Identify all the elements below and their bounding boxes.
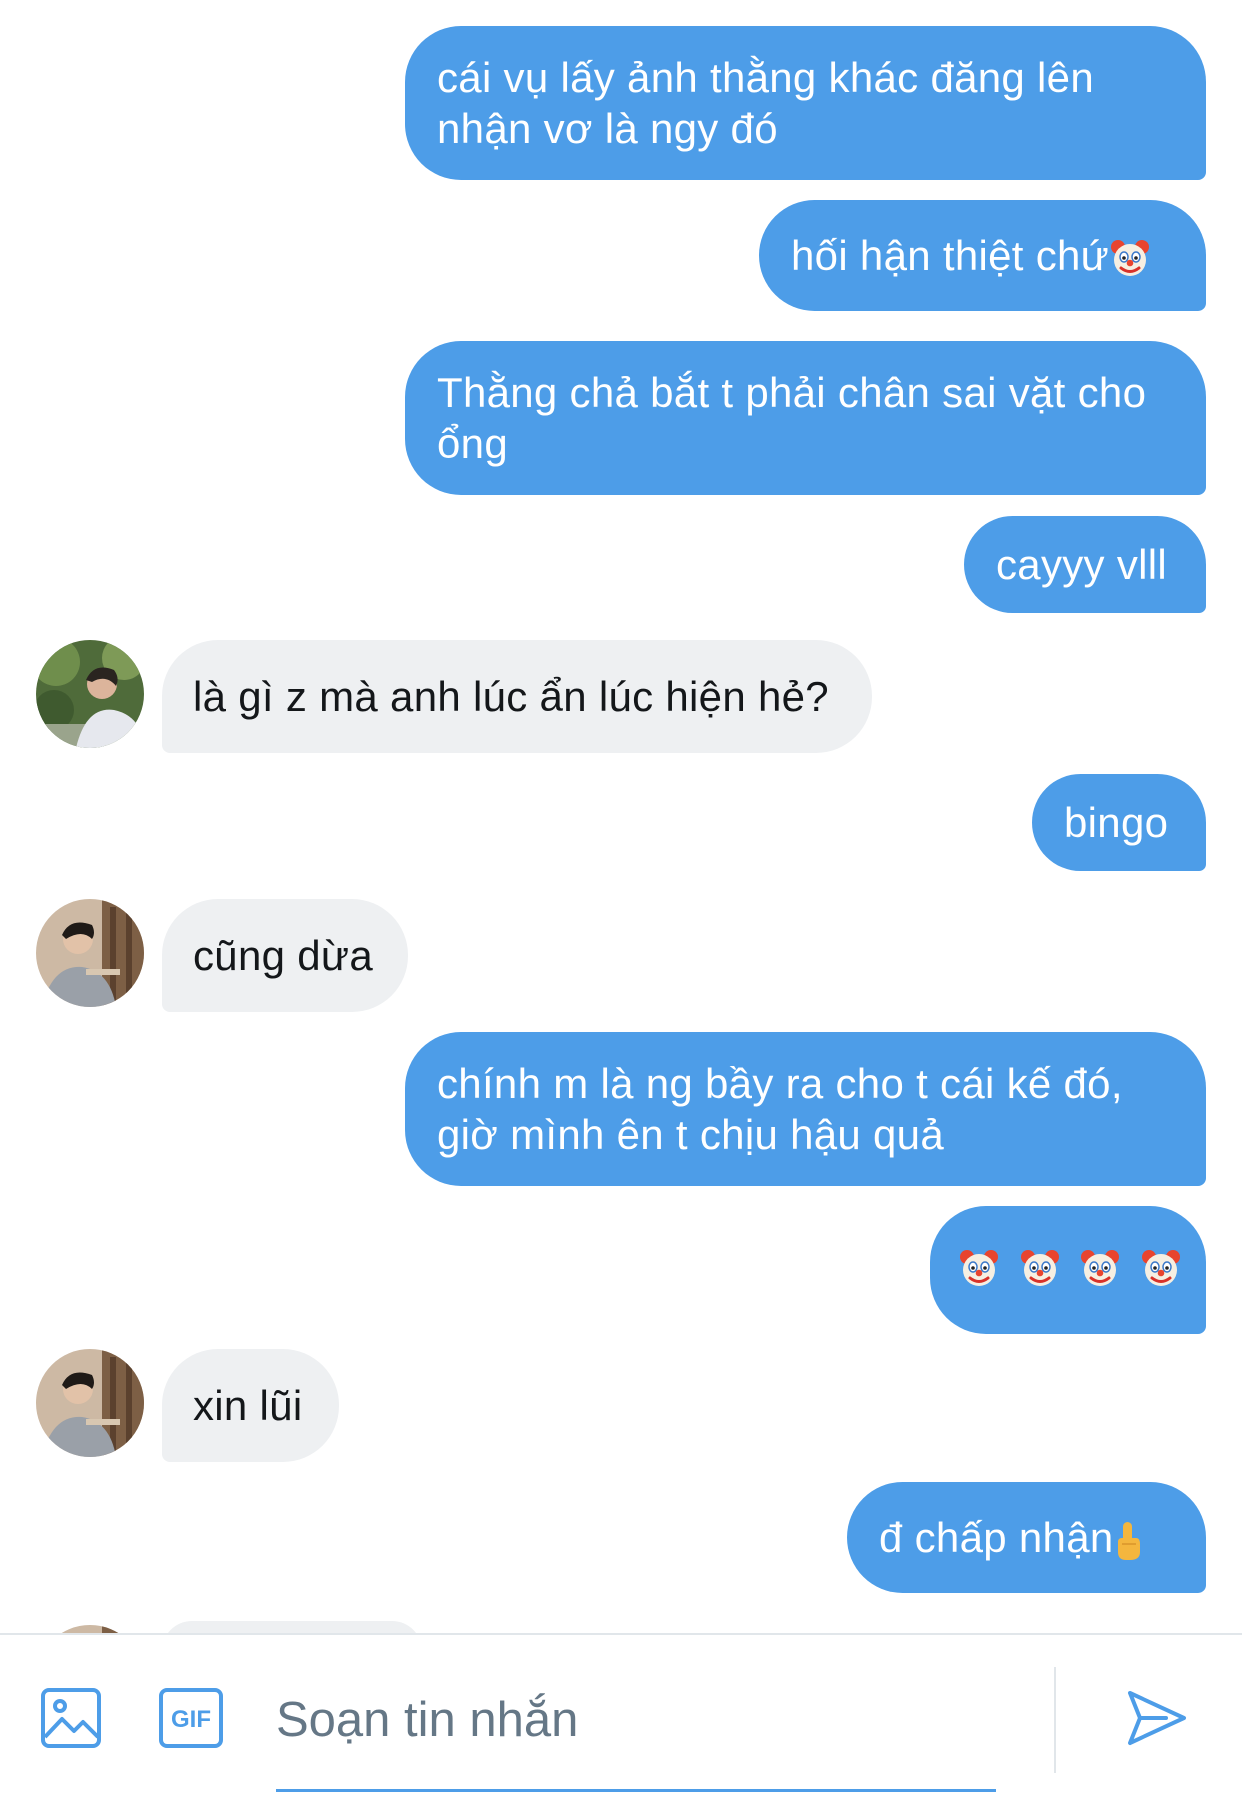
avatar-image [36,640,144,748]
dm-conversation-screen: cái vụ lấy ảnh thằng khác đăng lên nhận … [0,0,1242,1803]
avatar[interactable] [36,899,144,1007]
message-line: chính m là ng bầy ra cho t cái kế đó, [437,1060,1123,1107]
middle-finger-emoji [1117,1521,1140,1560]
message-text: là gì z mà anh lúc ẩn lúc hiện hẻ? [193,673,829,720]
message-bubble-incoming[interactable]: xin lũi [162,1349,339,1462]
message-line: cái vụ lấy ảnh thằng khác đăng lên [437,54,1094,101]
message-text: cũng dừa [193,932,373,979]
avatar-image [36,899,144,1007]
send-icon [1128,1691,1186,1745]
message-bubble-outgoing[interactable]: cayyy vlll [964,516,1206,613]
message-bubble-incoming[interactable]: là gì z mà anh lúc ẩn lúc hiện hẻ? [162,640,872,753]
gif-button[interactable]: GIF [158,1687,224,1749]
input-underline [276,1789,996,1792]
message-bubble-outgoing[interactable]: cái vụ lấy ảnh thằng khác đăng lên nhận … [405,26,1206,180]
message-bubble-incoming[interactable]: cũng dừa [162,899,408,1012]
message-text: hối hận thiệt chứ [791,232,1110,279]
message-bubble-incoming[interactable] [162,1621,422,1633]
gif-label: GIF [171,1706,211,1733]
avatar[interactable] [36,1625,144,1633]
message-text: đ chấp nhận [879,1514,1114,1561]
gif-icon: GIF [159,1688,223,1748]
emoji-row [960,1249,1180,1291]
avatar[interactable] [36,1349,144,1457]
clown-face-emoji [1141,1250,1180,1286]
clown-face-emoji [960,1250,998,1286]
message-input[interactable] [276,1685,996,1755]
clown-face-emoji [1020,1250,1059,1286]
image-icon [41,1688,101,1748]
clown-face-emoji [1111,239,1150,276]
message-bubble-outgoing[interactable]: bingo [1032,774,1206,871]
message-composer: GIF [0,1633,1242,1803]
message-text: xin lũi [193,1382,303,1429]
message-bubble-outgoing[interactable]: chính m là ng bầy ra cho t cái kế đó, gi… [405,1032,1206,1186]
message-text: bingo [1064,799,1169,846]
message-bubble-outgoing[interactable]: đ chấp nhận [847,1482,1206,1593]
send-button[interactable] [1126,1687,1188,1749]
message-line: nhận vơ là ngy đó [437,105,778,152]
message-text: cayyy vlll [996,541,1168,588]
message-line: ổng [437,420,508,467]
message-line: giờ mình ên t chịu hậu quả [437,1111,945,1158]
clown-face-emoji [1081,1250,1120,1286]
message-bubble-outgoing[interactable]: hối hận thiệt chứ [759,200,1206,311]
avatar-image [36,1349,144,1457]
message-line: Thằng chả bắt t phải chân sai vặt cho [437,369,1147,416]
avatar-image [36,1625,144,1633]
message-bubble-outgoing[interactable] [930,1206,1206,1334]
message-list[interactable]: cái vụ lấy ảnh thằng khác đăng lên nhận … [0,0,1242,1633]
message-bubble-outgoing[interactable]: Thằng chả bắt t phải chân sai vặt cho ổn… [405,341,1206,495]
composer-divider [1054,1667,1056,1773]
image-button[interactable] [40,1687,102,1749]
avatar[interactable] [36,640,144,748]
